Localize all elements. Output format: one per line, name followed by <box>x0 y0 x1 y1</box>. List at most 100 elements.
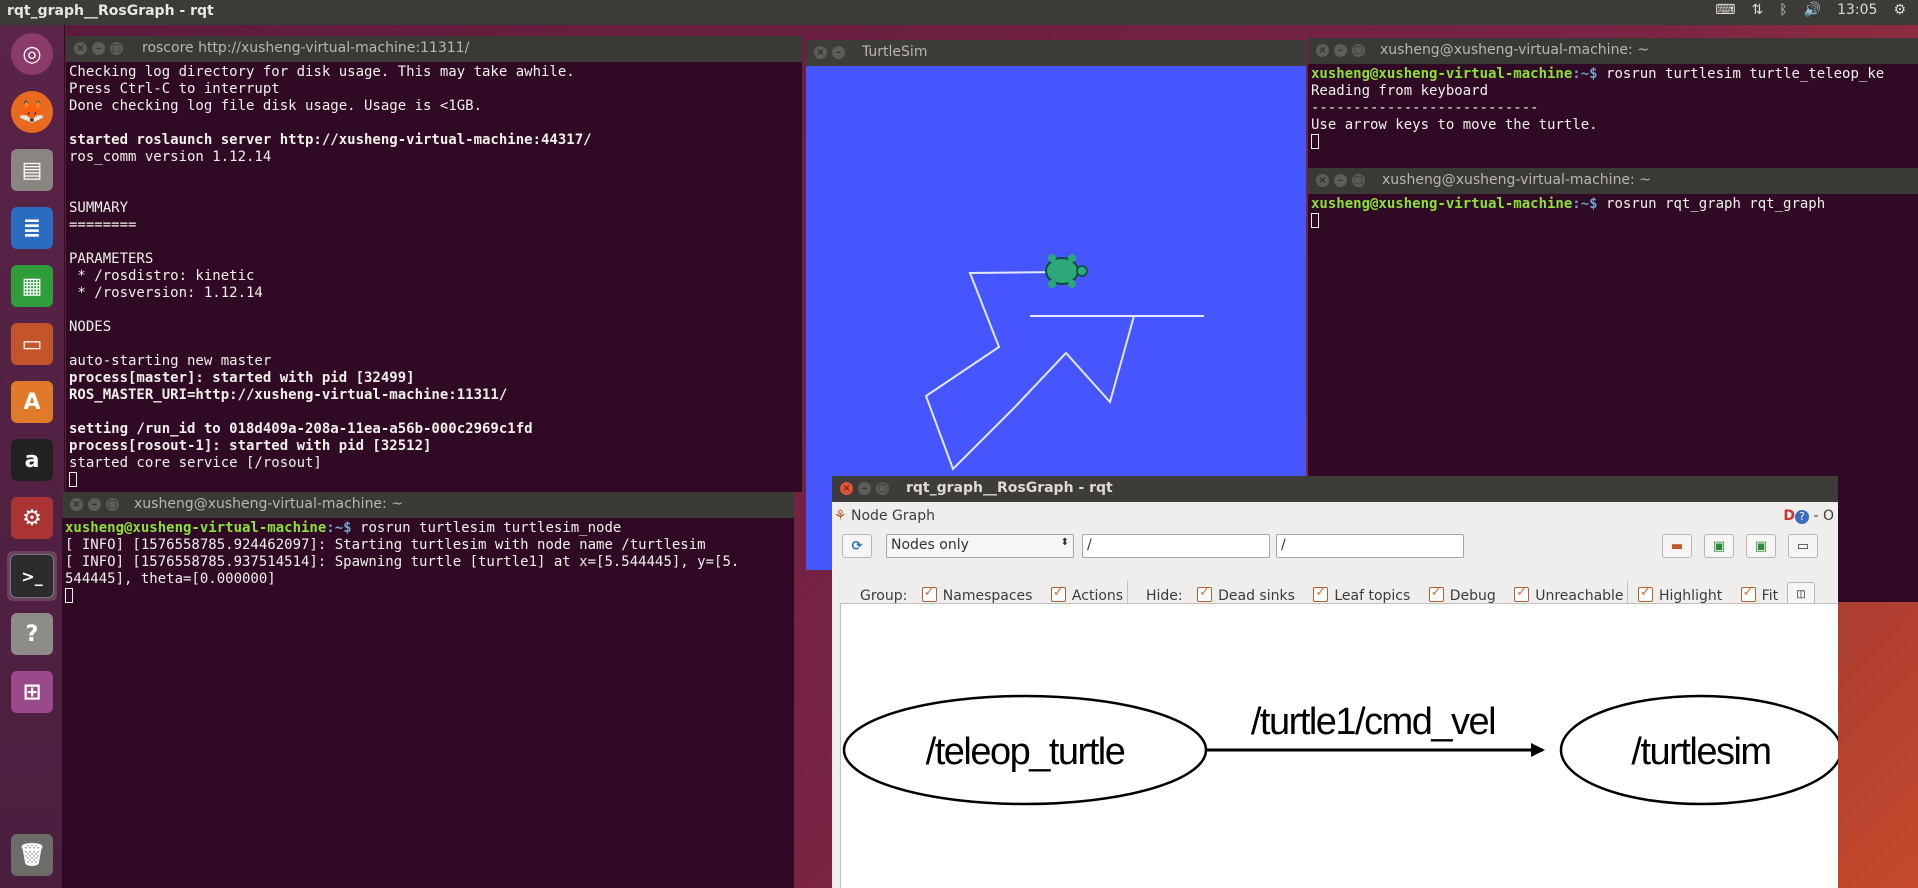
power-gear-icon[interactable]: ⚙ <box>1893 2 1906 18</box>
maximize-icon[interactable]: □ <box>1352 174 1365 187</box>
files-icon[interactable]: ▤ <box>7 145 57 195</box>
teleop-terminal-window[interactable]: × – □ xusheng@xusheng-virtual-machine: ~… <box>1308 38 1918 172</box>
top-panel: rqt_graph__RosGraph - rqt ⌨ ⇅ ᛒ 🔊 13:05 … <box>0 0 1918 25</box>
rqt-window[interactable]: × – □ rqt_graph__RosGraph - rqt ⚘ Node G… <box>832 476 1838 888</box>
close-icon[interactable]: × <box>74 42 87 55</box>
debug-checkbox[interactable]: Debug <box>1428 585 1496 604</box>
refresh-icon: ⟳ <box>851 538 863 554</box>
output-line: ROS_MASTER_URI=http://xusheng-virtual-ma… <box>69 387 508 403</box>
prompt-user: xusheng@xusheng-virtual-machine <box>1311 196 1573 212</box>
save-icon: ▣ <box>1712 538 1726 554</box>
minimize-icon[interactable]: – <box>1334 174 1347 187</box>
close-icon[interactable]: × <box>70 498 83 511</box>
teleop-output[interactable]: xusheng@xusheng-virtual-machine:~$ rosru… <box>1308 64 1918 172</box>
turtlesim-node-titlebar[interactable]: × – □ xusheng@xusheng-virtual-machine: ~ <box>62 492 794 518</box>
graph-canvas[interactable]: /teleop_turtle /turtle1/cmd_vel /turtles… <box>840 603 1838 888</box>
maximize-icon[interactable]: □ <box>1352 44 1365 57</box>
window-title: roscore http://xusheng-virtual-machine:1… <box>142 40 470 56</box>
maximize-icon[interactable]: □ <box>106 498 119 511</box>
network-icon[interactable]: ⇅ <box>1752 2 1764 18</box>
topic-filter-input[interactable]: / <box>1276 534 1464 558</box>
keyboard-icon[interactable]: ⌨ <box>1715 2 1735 18</box>
fit-checkbox[interactable]: Fit <box>1740 585 1778 604</box>
prompt-user: xusheng@xusheng-virtual-machine <box>1311 66 1573 82</box>
calc-icon[interactable]: ▦ <box>7 261 57 311</box>
window-title: xusheng@xusheng-virtual-machine: ~ <box>1380 42 1649 58</box>
help-icon[interactable]: ? <box>7 609 57 659</box>
rqt-titlebar[interactable]: × – □ rqt_graph__RosGraph - rqt <box>832 476 1838 502</box>
highlight-checkbox[interactable]: Highlight <box>1638 585 1722 604</box>
minimize-icon[interactable]: – <box>832 46 845 59</box>
turtle-icon <box>1045 254 1088 288</box>
output-line: [ INFO] [1576558785.937514514]: Spawning… <box>65 554 740 570</box>
settings-icon[interactable]: ⚙ <box>7 493 57 543</box>
dead-sinks-checkbox[interactable]: Dead sinks <box>1197 585 1295 604</box>
roscore-titlebar[interactable]: × – □ roscore http://xusheng-virtual-mac… <box>66 36 802 62</box>
debug-button[interactable]: D <box>1783 508 1795 524</box>
close-icon[interactable]: × <box>814 46 827 59</box>
roscore-terminal-window[interactable]: × – □ roscore http://xusheng-virtual-mac… <box>66 36 802 492</box>
graph-mode-select[interactable]: Nodes only ⬍ <box>886 534 1074 558</box>
save-image-button[interactable]: ▭ <box>1788 534 1818 558</box>
window-title: xusheng@xusheng-virtual-machine: ~ <box>1382 172 1651 188</box>
output-line: Use arrow keys to move the turtle. <box>1311 117 1598 133</box>
plugin-close-button[interactable]: - O <box>1813 508 1834 524</box>
namespace-filter-input[interactable]: / <box>1082 534 1270 558</box>
output-line: Done checking log file disk usage. Usage… <box>69 98 483 114</box>
impress-icon[interactable]: ▭ <box>7 319 57 369</box>
minimize-icon[interactable]: – <box>92 42 105 55</box>
minimize-icon[interactable]: – <box>88 498 101 511</box>
roscore-output[interactable]: Checking log directory for disk usage. T… <box>66 62 802 492</box>
volume-icon[interactable]: 🔊 <box>1804 2 1821 18</box>
terminal-cursor <box>1311 134 1319 149</box>
launcher: ◎ 🦊 ▤ ≣ ▦ ▭ A a ⚙ >_ ? ⊞ 🗑 <box>0 25 65 888</box>
save-dot-button[interactable]: ▣ <box>1704 534 1734 558</box>
terminal-icon[interactable]: >_ <box>7 551 57 601</box>
actions-checkbox[interactable]: Actions <box>1050 585 1123 604</box>
output-line: NODES <box>69 319 112 335</box>
output-line: started roslaunch server http://xusheng-… <box>69 132 592 148</box>
output-line: [ INFO] [1576558785.924462097]: Starting… <box>65 537 706 553</box>
trash-icon[interactable]: 🗑 <box>7 830 57 880</box>
output-line: started core service [/rosout] <box>69 455 322 471</box>
output-line: process[rosout-1]: started with pid [325… <box>69 438 432 454</box>
group-options: Group: Namespaces Actions <box>860 585 1123 604</box>
terminal-cursor <box>65 588 73 603</box>
graph-mode-value: Nodes only <box>891 537 969 553</box>
refresh-button[interactable]: ⟳ <box>842 534 872 558</box>
output-line: ros_comm version 1.12.14 <box>69 149 272 165</box>
turtlesim-node-terminal-window[interactable]: × – □ xusheng@xusheng-virtual-machine: ~… <box>62 492 794 888</box>
plugin-title: Node Graph <box>851 508 935 524</box>
clock[interactable]: 13:05 <box>1837 2 1877 18</box>
close-icon[interactable]: × <box>1316 174 1329 187</box>
close-icon[interactable]: × <box>1316 44 1329 57</box>
namespaces-checkbox[interactable]: Namespaces <box>921 585 1032 604</box>
unreachable-checkbox[interactable]: Unreachable <box>1514 585 1624 604</box>
maximize-icon[interactable]: □ <box>876 482 889 495</box>
turtlesim-node-output[interactable]: xusheng@xusheng-virtual-machine:~$ rosru… <box>62 518 794 888</box>
close-icon[interactable]: × <box>840 482 853 495</box>
teleop-titlebar[interactable]: × – □ xusheng@xusheng-virtual-machine: ~ <box>1308 38 1918 64</box>
firefox-icon[interactable]: 🦊 <box>7 87 57 137</box>
ubuntu-dash-icon[interactable]: ◎ <box>7 29 57 79</box>
leaf-topics-checkbox[interactable]: Leaf topics <box>1313 585 1410 604</box>
minimize-icon[interactable]: – <box>858 482 871 495</box>
save-svg-button[interactable]: ▣ <box>1746 534 1776 558</box>
plugin-controls: D? - O <box>1783 508 1834 524</box>
rqt-graph-terminal-titlebar[interactable]: × – □ xusheng@xusheng-virtual-machine: ~ <box>1308 168 1918 194</box>
help-icon[interactable]: ? <box>1795 510 1810 524</box>
workspace-switcher-icon[interactable]: ⊞ <box>7 667 57 717</box>
load-dot-button[interactable]: ▬ <box>1662 534 1692 558</box>
minimize-icon[interactable]: – <box>1334 44 1347 57</box>
software-center-icon[interactable]: A <box>7 377 57 427</box>
output-line: PARAMETERS <box>69 251 154 267</box>
window-title: rqt_graph__RosGraph - rqt <box>906 480 1113 496</box>
maximize-icon[interactable]: □ <box>110 42 123 55</box>
trail-path <box>924 271 1204 471</box>
bluetooth-icon[interactable]: ᛒ <box>1779 2 1787 18</box>
turtlesim-titlebar[interactable]: × – TurtleSim <box>806 40 1306 66</box>
amazon-icon[interactable]: a <box>7 435 57 485</box>
writer-icon[interactable]: ≣ <box>7 203 57 253</box>
plugin-header: ⚘ Node Graph <box>834 508 935 524</box>
output-line: process[master]: started with pid [32499… <box>69 370 415 386</box>
